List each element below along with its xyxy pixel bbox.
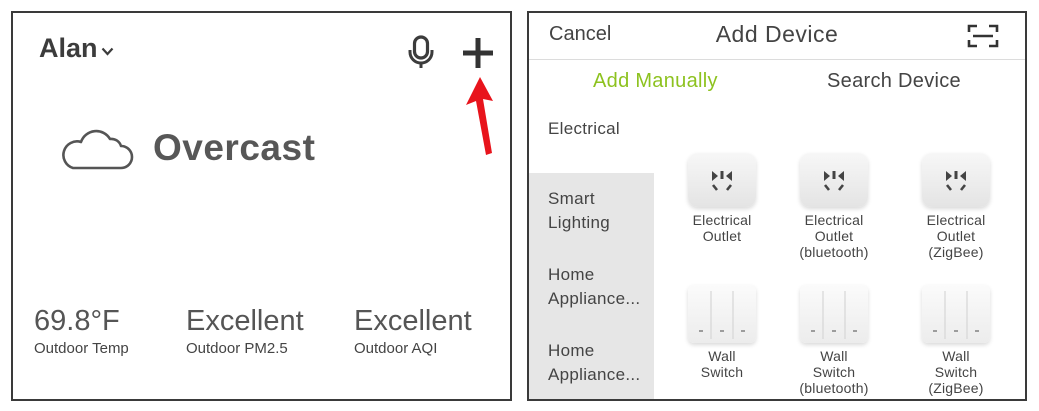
wall-switch-icon (800, 285, 868, 343)
chevron-down-icon (101, 47, 113, 56)
device-label: Electrical Outlet (bluetooth) (799, 212, 869, 260)
stat-label: Outdoor Temp (34, 340, 129, 357)
device-label: Electrical Outlet (ZigBee) (926, 212, 986, 260)
user-name: Alan (39, 33, 98, 63)
device-wall-switch[interactable]: Wall Switch (667, 285, 777, 380)
outlet-icon (800, 153, 868, 207)
device-wall-switch-zigbee[interactable]: Wall Switch (ZigBee) (901, 285, 1011, 396)
stat-outdoor-pm25: Excellent Outdoor PM2.5 (186, 305, 304, 357)
sidebar-item-smart-lighting[interactable]: Smart Lighting (529, 187, 649, 235)
weather-condition: Overcast (153, 127, 316, 168)
device-label: Wall Switch (700, 348, 744, 380)
sidebar-item-home-appliance[interactable]: Home Appliance... (529, 263, 654, 311)
plus-icon[interactable] (462, 37, 494, 69)
stat-value: 69.8°F (34, 305, 120, 337)
sidebar-item-electrical[interactable]: Electrical (529, 117, 654, 141)
device-label: Electrical Outlet (692, 212, 752, 244)
category-sidebar: Electrical Smart Lighting Home Appliance… (529, 109, 654, 399)
stat-value: Excellent (186, 305, 304, 337)
red-arrow-annotation (466, 77, 493, 155)
device-wall-switch-bluetooth[interactable]: Wall Switch (bluetooth) (779, 285, 889, 396)
header-bar: Cancel Add Device (529, 13, 1025, 60)
cloud-icon (62, 129, 134, 170)
stat-outdoor-temp: 69.8°F Outdoor Temp (34, 305, 129, 357)
stat-value: Excellent (354, 305, 472, 337)
weather-summary: Overcast (59, 125, 315, 171)
device-label: Wall Switch (bluetooth) (799, 348, 869, 396)
page-title: Add Device (715, 21, 839, 47)
user-switcher[interactable]: Alan (39, 33, 114, 64)
tab-search-device[interactable]: Search Device (827, 70, 961, 93)
outlet-icon (688, 153, 756, 207)
stat-label: Outdoor AQI (354, 340, 438, 357)
device-electrical-outlet[interactable]: Electrical Outlet (667, 153, 777, 244)
home-screen: Alan Overcast 69.8°F Outdoor Temp Excell… (11, 11, 512, 401)
wall-switch-icon (922, 285, 990, 343)
microphone-icon[interactable] (407, 35, 435, 69)
stat-label: Outdoor PM2.5 (186, 340, 288, 357)
device-label: Wall Switch (ZigBee) (928, 348, 984, 396)
stat-outdoor-aqi: Excellent Outdoor AQI (354, 305, 472, 357)
tab-add-manually[interactable]: Add Manually (593, 70, 718, 93)
device-electrical-outlet-zigbee[interactable]: Electrical Outlet (ZigBee) (901, 153, 1011, 260)
outlet-icon (922, 153, 990, 207)
sidebar-item-home-appliance-2[interactable]: Home Appliance... (529, 339, 654, 387)
device-electrical-outlet-bluetooth[interactable]: Electrical Outlet (bluetooth) (779, 153, 889, 260)
scan-icon[interactable] (967, 24, 999, 48)
wall-switch-icon (688, 285, 756, 343)
add-device-screen: Cancel Add Device Add Manually Search De… (527, 11, 1027, 401)
